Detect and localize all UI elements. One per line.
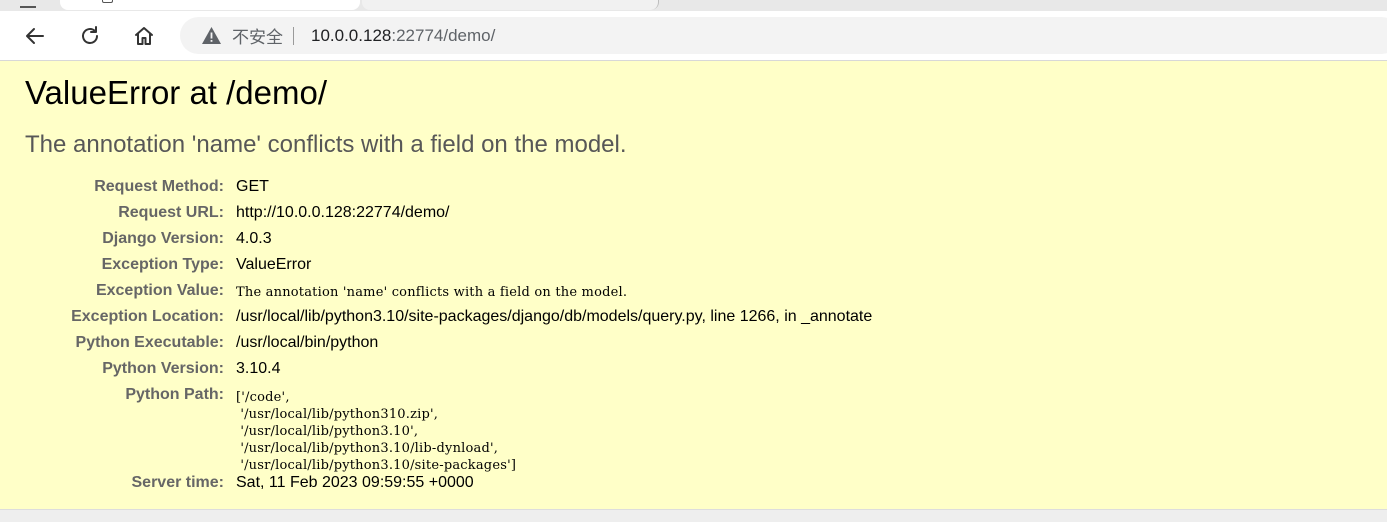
arrow-left-icon [26,28,44,44]
meta-value: /usr/local/lib/python3.10/site-packages/… [236,308,873,325]
meta-key: Exception Location: [71,308,224,325]
meta-key: Exception Value: [95,282,224,299]
meta-key: Django Version: [102,230,224,247]
home-icon [135,27,153,45]
address-bar[interactable]: 不安全 10.0.0.128:22774/demo/ [180,17,1387,54]
python-path-line: '/usr/local/lib/python310.zip', [236,407,439,422]
meta-key: Exception Type: [101,256,224,273]
meta-key: Request Method: [94,178,224,195]
tab-active[interactable] [60,0,360,10]
page-bottom-divider [0,510,1387,522]
meta-value: 3.10.4 [236,360,281,377]
meta-key: Python Executable: [75,334,224,351]
meta-value: Sat, 11 Feb 2023 09:59:55 +0000 [236,474,474,491]
meta-row-exception-type: Exception Type: ValueError [0,252,1387,278]
meta-key: Python Version: [102,360,224,377]
meta-key: Server time: [131,474,225,491]
tab-search-icon[interactable] [20,0,36,8]
security-label[interactable]: 不安全 [232,23,283,48]
meta-key: Request URL: [118,204,224,221]
tab-inactive[interactable] [362,0,659,10]
reload-button[interactable] [73,19,107,53]
meta-value: 4.0.3 [236,230,272,247]
meta-row-exception-value: Exception Value: The annotation 'name' c… [0,278,1387,304]
exception-message: The annotation 'name' conflicts with a f… [25,131,627,158]
python-path-line: ['/code', [236,390,290,405]
tab-strip [0,0,1387,11]
url-separator [293,26,294,45]
meta-row-server-time: Server time: Sat, 11 Feb 2023 09:59:55 +… [0,470,1387,496]
reload-icon [82,26,98,44]
tab-favicon-icon [102,0,113,3]
meta-row-django-version: Django Version: 4.0.3 [0,226,1387,252]
python-path-line: '/usr/local/lib/python3.10', [236,424,419,439]
meta-row-python-version: Python Version: 3.10.4 [0,356,1387,382]
meta-value: /usr/local/bin/python [236,334,379,351]
meta-row-python-path: Python Path: ['/code', '/usr/local/lib/p… [0,382,1387,473]
warning-triangle-icon[interactable] [201,26,222,45]
error-summary: ValueError at /demo/ The annotation 'nam… [0,61,1387,510]
url-path: :22774/demo/ [391,25,496,45]
meta-row-python-executable: Python Executable: /usr/local/bin/python [0,330,1387,356]
python-path-list: ['/code', '/usr/local/lib/python310.zip'… [236,389,516,474]
python-path-line: '/usr/local/lib/python3.10/lib-dynload', [236,441,499,456]
browser-toolbar: 不安全 10.0.0.128:22774/demo/ [0,11,1387,61]
back-button[interactable] [18,19,52,53]
page-title: ValueError at /demo/ [25,74,328,111]
meta-value: ValueError [236,256,312,273]
meta-value: GET [236,178,269,195]
meta-key: Python Path: [125,386,224,403]
meta-row-exception-location: Exception Location: /usr/local/lib/pytho… [0,304,1387,330]
meta-value: ['/code', '/usr/local/lib/python310.zip'… [236,382,516,474]
url-host: 10.0.0.128 [311,25,392,45]
request-meta-table: Request Method: GET Request URL: http://… [0,174,1387,496]
meta-value: The annotation 'name' conflicts with a f… [236,285,628,300]
meta-row-request-url: Request URL: http://10.0.0.128:22774/dem… [0,200,1387,226]
home-button[interactable] [127,19,161,53]
meta-row-request-method: Request Method: GET [0,174,1387,200]
meta-value: http://10.0.0.128:22774/demo/ [236,204,450,221]
url-text[interactable]: 10.0.0.128:22774/demo/ [311,26,495,46]
